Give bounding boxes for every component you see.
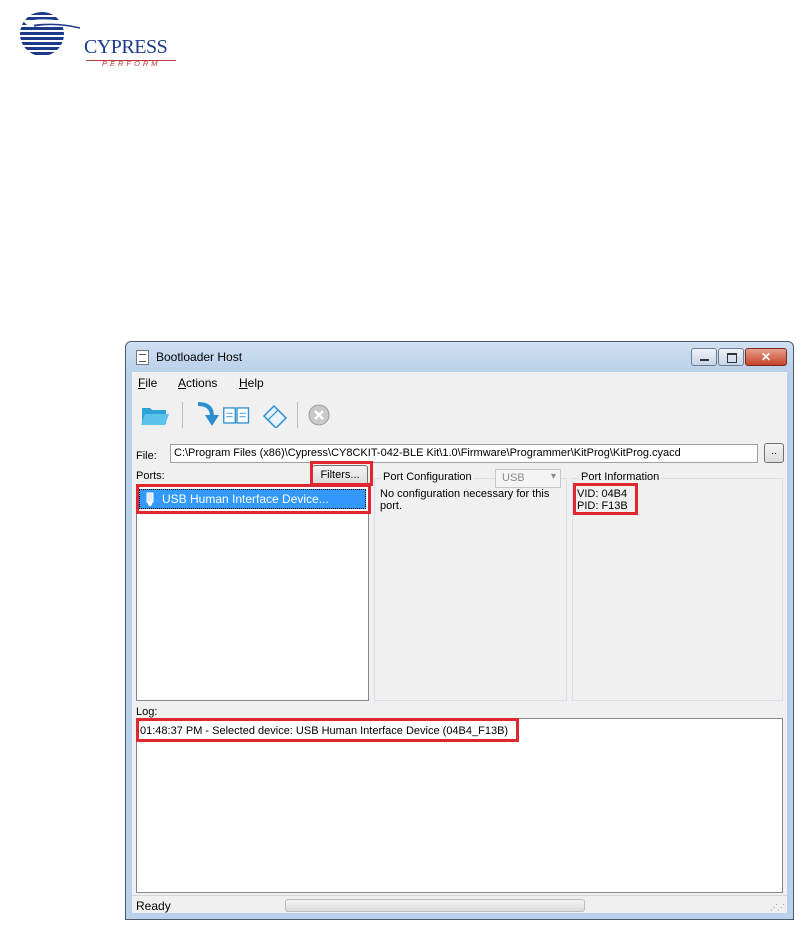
log-box[interactable]: 01:48:37 PM - Selected device: USB Human… — [136, 718, 783, 893]
port-item-usb-hid[interactable]: USB Human Interface Device... — [139, 489, 366, 509]
menu-actions[interactable]: Actions — [178, 376, 217, 390]
port-configuration-title: Port Configuration — [381, 471, 474, 483]
toolbar — [132, 394, 787, 434]
menu-file[interactable]: File — [138, 376, 157, 390]
status-text: Ready — [136, 899, 171, 913]
erase-icon[interactable] — [260, 402, 290, 428]
log-label: Log: — [136, 706, 158, 718]
file-label: File: — [136, 450, 157, 462]
menu-help[interactable]: Help — [239, 376, 264, 390]
minimize-button[interactable] — [691, 348, 717, 366]
client-area: File Actions Help File: C:\Program Files… — [132, 372, 787, 913]
vid-value: VID: 04B4 — [577, 488, 628, 500]
log-entry: 01:48:37 PM - Selected device: USB Human… — [140, 725, 509, 737]
menu-file-label: File — [138, 376, 158, 390]
status-bar: Ready ⋰⋰ — [132, 895, 787, 913]
port-information-group: Port Information VID: 04B4 PID: F13B — [572, 471, 783, 701]
progress-bar — [285, 899, 585, 912]
logo-wordmark: CYPRESS — [84, 36, 168, 58]
toolbar-separator — [182, 402, 183, 428]
port-item-label: USB Human Interface Device... — [162, 492, 329, 506]
port-information-title: Port Information — [579, 471, 662, 483]
menu-bar: File Actions Help — [132, 372, 787, 394]
port-information-values: VID: 04B4 PID: F13B — [577, 488, 628, 512]
verify-icon[interactable] — [222, 402, 252, 428]
file-path-field[interactable]: C:\Program Files (x86)\Cypress\CY8CKIT-0… — [170, 444, 758, 463]
filters-button[interactable]: Filters... — [312, 465, 368, 485]
port-configuration-group: Port Configuration USB No configuration … — [374, 469, 567, 701]
app-icon — [136, 350, 149, 365]
ports-list[interactable]: USB Human Interface Device... — [136, 485, 369, 701]
close-icon: ✕ — [760, 350, 772, 364]
port-configuration-message: No configuration necessary for this port… — [380, 488, 550, 512]
bootloader-host-window: Bootloader Host ✕ File Actions Help File… — [125, 341, 794, 920]
resize-grip-icon[interactable]: ⋰⋰ — [770, 903, 785, 912]
window-controls: ✕ — [690, 348, 787, 366]
logo-tagline: PERFORM — [102, 59, 161, 68]
maximize-button[interactable] — [718, 348, 744, 366]
program-icon[interactable] — [192, 402, 222, 428]
menu-actions-label: Actions — [178, 376, 218, 390]
port-type-select[interactable]: USB — [495, 469, 561, 488]
pid-value: PID: F13B — [577, 500, 628, 512]
title-bar[interactable]: Bootloader Host ✕ — [126, 342, 793, 372]
menu-help-label: Help — [239, 376, 264, 390]
usb-device-icon — [146, 492, 154, 506]
open-folder-icon[interactable] — [140, 402, 170, 428]
window-title: Bootloader Host — [156, 350, 243, 364]
abort-icon[interactable] — [306, 402, 336, 428]
ports-label: Ports: — [136, 470, 165, 482]
cypress-logo: CYPRESS PERFORM — [14, 8, 176, 68]
toolbar-separator — [297, 402, 298, 428]
close-button[interactable]: ✕ — [745, 348, 787, 366]
browse-button[interactable]: .. — [764, 443, 784, 463]
cypress-globe-icon — [20, 12, 81, 55]
